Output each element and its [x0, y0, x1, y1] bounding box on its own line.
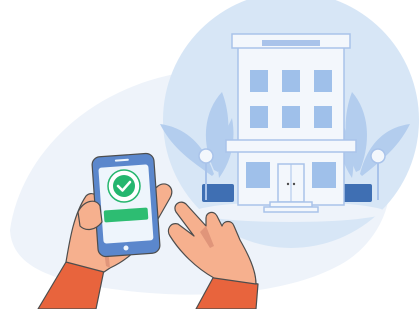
illustration-canvas: [10, 0, 419, 309]
smartphone: [91, 152, 161, 258]
illustration-scene: [0, 0, 419, 309]
hotel-building: [225, 33, 357, 213]
